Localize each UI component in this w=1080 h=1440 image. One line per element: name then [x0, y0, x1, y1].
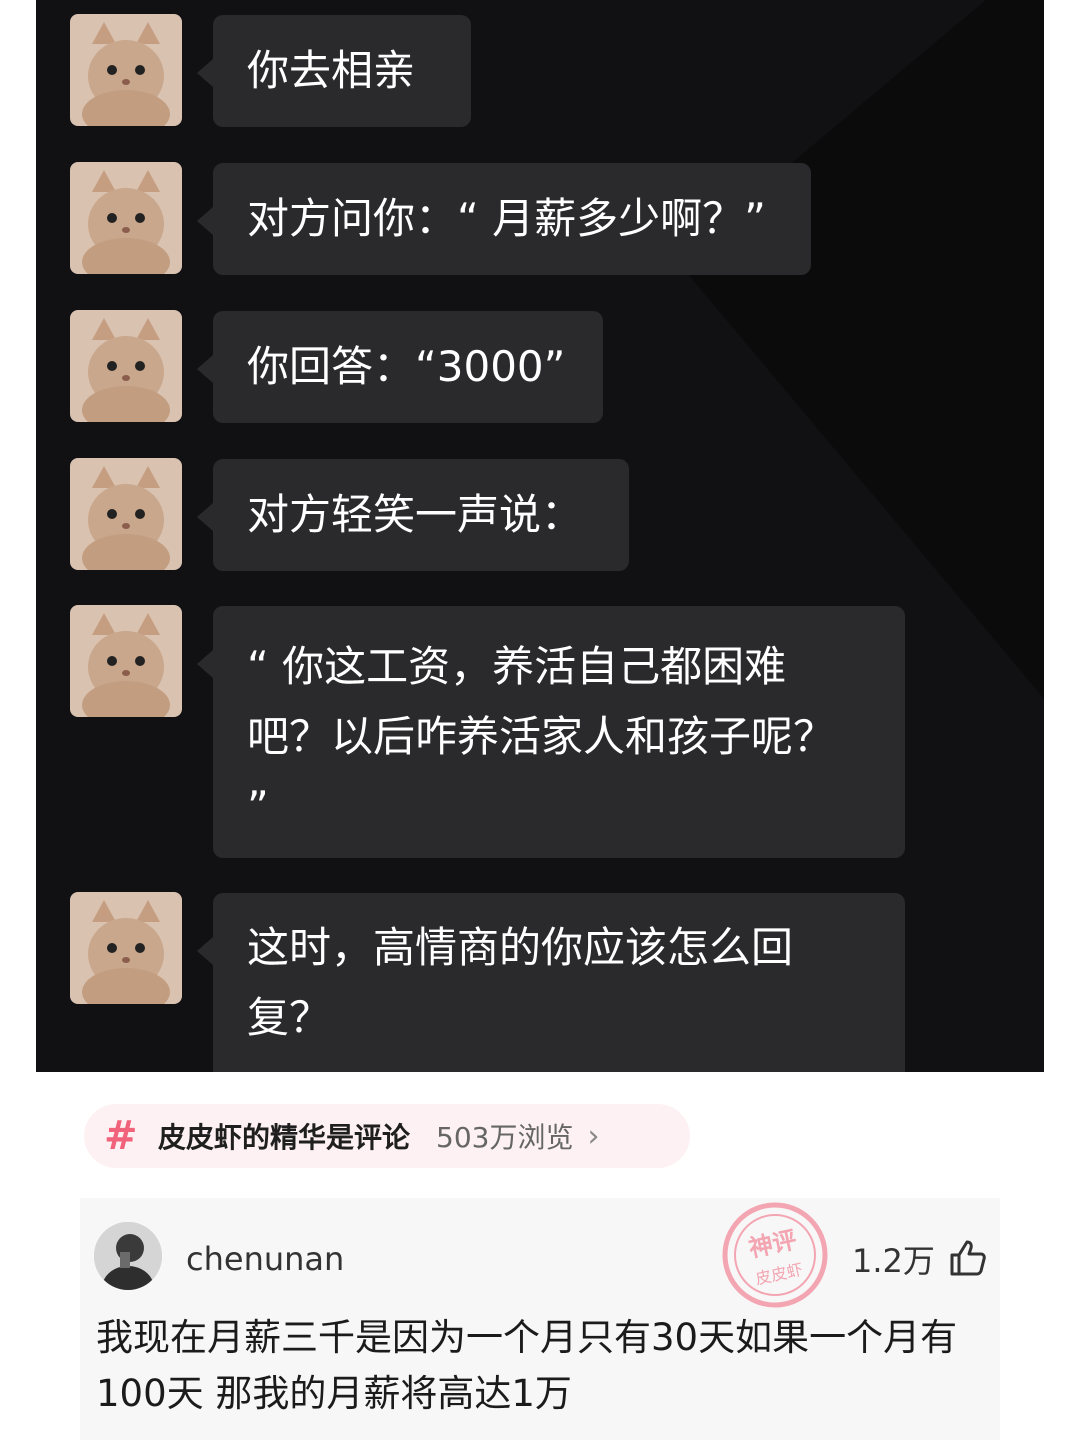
- username[interactable]: chenunan: [186, 1240, 344, 1278]
- topic-chip[interactable]: # 皮皮虾的精华是评论 503万浏览 ›: [84, 1104, 690, 1168]
- cat-avatar: [70, 14, 182, 126]
- cat-avatar: [70, 605, 182, 717]
- chat-bubble: 你去相亲: [197, 15, 471, 127]
- cat-avatar: [70, 458, 182, 570]
- topic-views: 503万浏览: [436, 1121, 574, 1154]
- chat-bubble: 你回答：“3000”: [197, 311, 603, 423]
- topic-name: 皮皮虾的精华是评论: [158, 1121, 411, 1154]
- chat-screenshot: 你去相亲 对方问你：“ 月薪多少啊？” 你回答：“3000” 对方轻笑一声说： …: [36, 0, 1044, 1072]
- best-comment-stamp: 神评 皮皮虾: [720, 1200, 830, 1310]
- user-avatar[interactable]: [94, 1222, 162, 1290]
- thumbs-up-icon[interactable]: [948, 1238, 988, 1278]
- chat-bubble: 对方问你：“ 月薪多少啊？”: [197, 163, 811, 275]
- cat-avatar: [70, 892, 182, 1004]
- chevron-right-icon: ›: [587, 1118, 600, 1154]
- cat-avatar: [70, 310, 182, 422]
- chat-bubble: “ 你这工资，养活自己都困难 吧？以后咋养活家人和孩子呢？ ”: [197, 606, 905, 858]
- stamp-text: 皮皮虾: [754, 1260, 805, 1289]
- comment-card: chenunan 神评 皮皮虾 1.2万 我现在月薪三千是因为一个月只有30天如…: [80, 1198, 1000, 1440]
- hash-icon: #: [104, 1113, 138, 1159]
- stamp-text: 神评: [746, 1226, 799, 1263]
- chat-bubble: 这时，高情商的你应该怎么回 复？: [197, 893, 905, 1072]
- cat-avatar: [70, 162, 182, 274]
- comment-text: 我现在月薪三千是因为一个月只有30天如果一个月有100天 那我的月薪将高达1万: [96, 1316, 958, 1415]
- chat-bubble: 对方轻笑一声说：: [197, 459, 629, 571]
- like-count: 1.2万: [852, 1242, 935, 1280]
